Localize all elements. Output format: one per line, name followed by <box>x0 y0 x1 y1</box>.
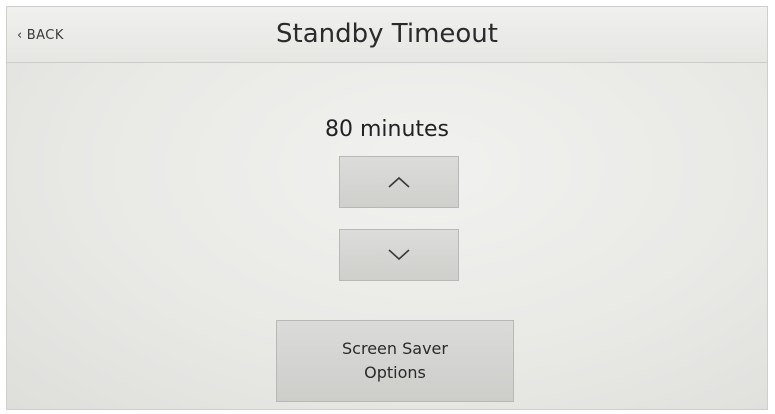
timeout-value: 80 minutes <box>324 117 450 142</box>
screen-saver-options-button[interactable]: Screen Saver Options <box>276 320 514 402</box>
increase-timeout-button[interactable] <box>339 156 459 208</box>
screen-saver-options-label: Screen Saver Options <box>342 339 448 382</box>
chevron-up-icon <box>387 175 411 189</box>
chevron-down-icon <box>387 248 411 262</box>
header-bar: ‹ BACK Standby Timeout <box>7 7 767 63</box>
page-title: Standby Timeout <box>276 19 498 49</box>
decrease-timeout-button[interactable] <box>339 229 459 281</box>
touch-screen: ‹ BACK Standby Timeout 80 minutes Screen… <box>6 6 768 410</box>
